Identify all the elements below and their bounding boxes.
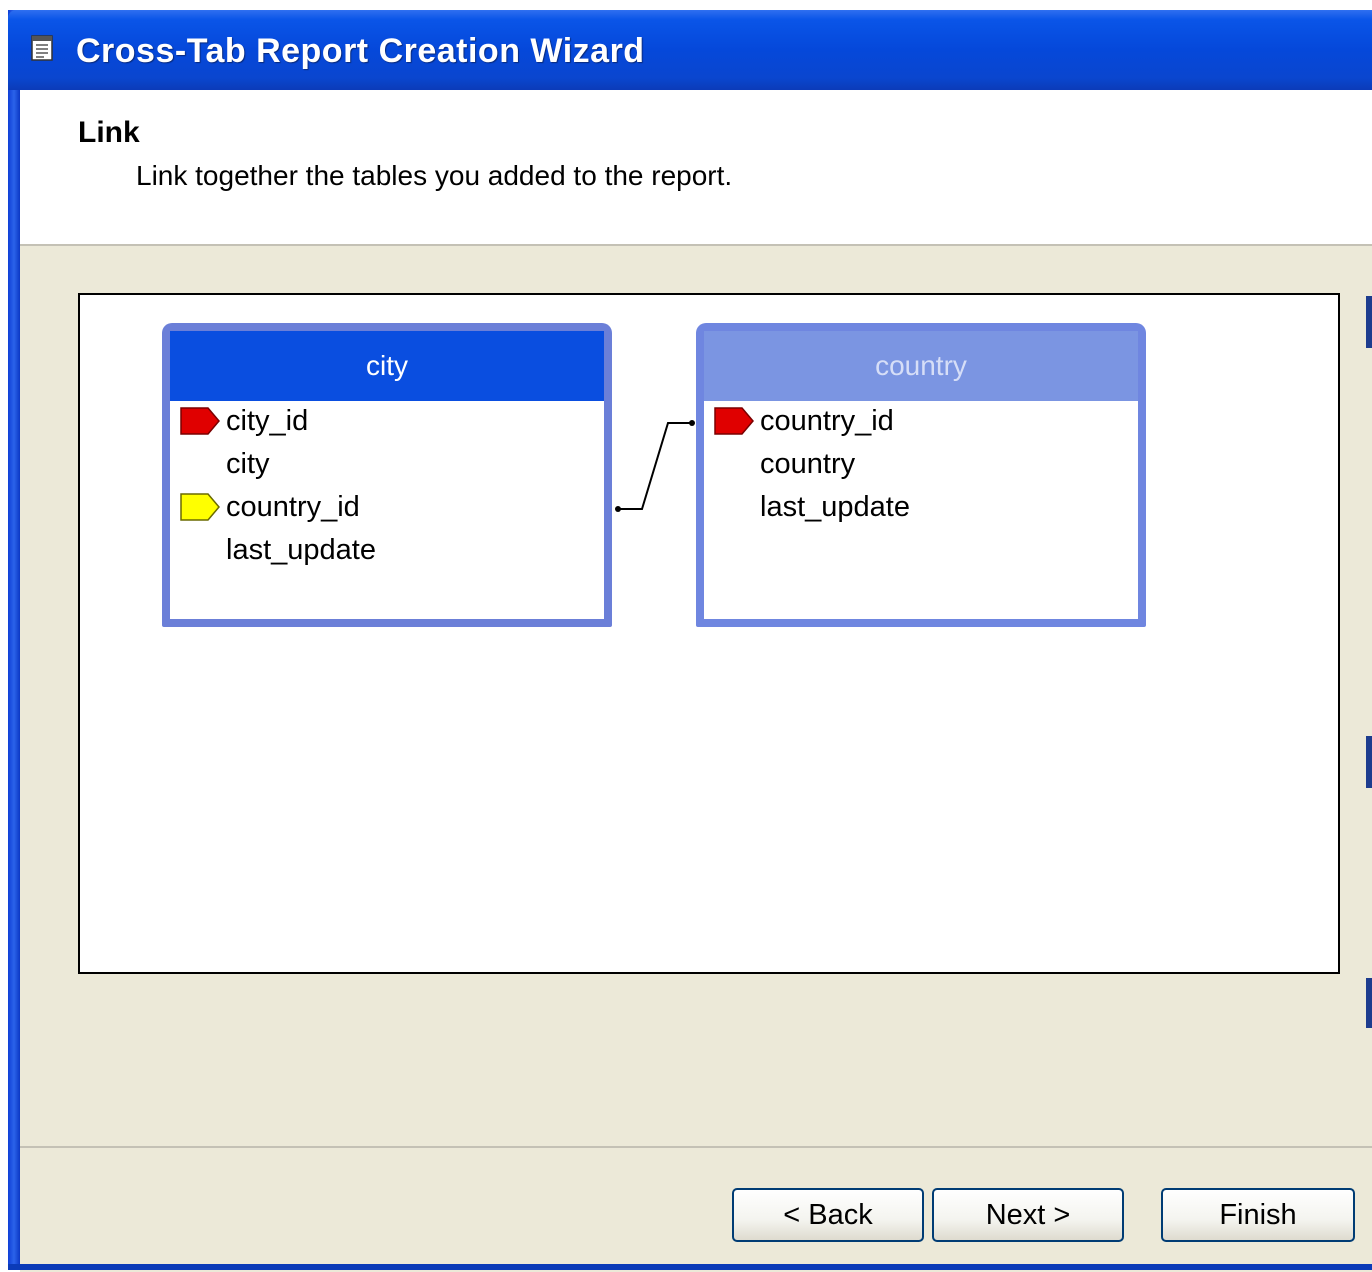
field-last-update[interactable]: last_update — [226, 530, 376, 570]
wizard-footer: < Back Next > Finish — [20, 1146, 1372, 1272]
next-button[interactable]: Next > — [932, 1188, 1124, 1242]
side-button-edge[interactable] — [1366, 736, 1372, 788]
primary-key-icon — [714, 407, 754, 435]
primary-key-icon — [180, 407, 220, 435]
field-country-id[interactable]: country_id — [226, 487, 360, 527]
field-city[interactable]: city — [226, 444, 270, 484]
field-country-id[interactable]: country_id — [760, 401, 894, 441]
table-country[interactable]: country country_id country last_update — [696, 323, 1146, 627]
report-document-icon — [31, 35, 53, 61]
wizard-header: Link Link together the tables you added … — [20, 90, 1372, 246]
wizard-window: Cross-Tab Report Creation Wizard Link Li… — [0, 0, 1372, 1272]
field-last-update[interactable]: last_update — [760, 487, 910, 527]
window-title: Cross-Tab Report Creation Wizard — [76, 32, 645, 70]
table-city-header[interactable]: city — [170, 331, 604, 401]
page-title: Link — [78, 116, 140, 149]
back-button[interactable]: < Back — [732, 1188, 924, 1242]
window-left-border — [8, 10, 20, 1270]
field-country[interactable]: country — [760, 444, 855, 484]
wizard-body: city city_id city country_id last_update — [20, 246, 1372, 1146]
side-button-edge[interactable] — [1366, 296, 1372, 348]
page-subtitle: Link together the tables you added to th… — [136, 160, 733, 191]
finish-button[interactable]: Finish — [1161, 1188, 1355, 1242]
link-canvas[interactable]: city city_id city country_id last_update — [78, 293, 1340, 974]
table-country-fields: country_id country last_update — [704, 401, 1138, 619]
table-city-fields: city_id city country_id last_update — [170, 401, 604, 619]
side-button-edge[interactable] — [1366, 978, 1372, 1028]
title-bar[interactable]: Cross-Tab Report Creation Wizard — [8, 10, 1372, 90]
foreign-key-icon — [180, 493, 220, 521]
field-city-id[interactable]: city_id — [226, 401, 308, 441]
table-country-header[interactable]: country — [704, 331, 1138, 401]
table-city[interactable]: city city_id city country_id last_update — [162, 323, 612, 627]
window-bottom-border — [8, 1264, 1372, 1270]
